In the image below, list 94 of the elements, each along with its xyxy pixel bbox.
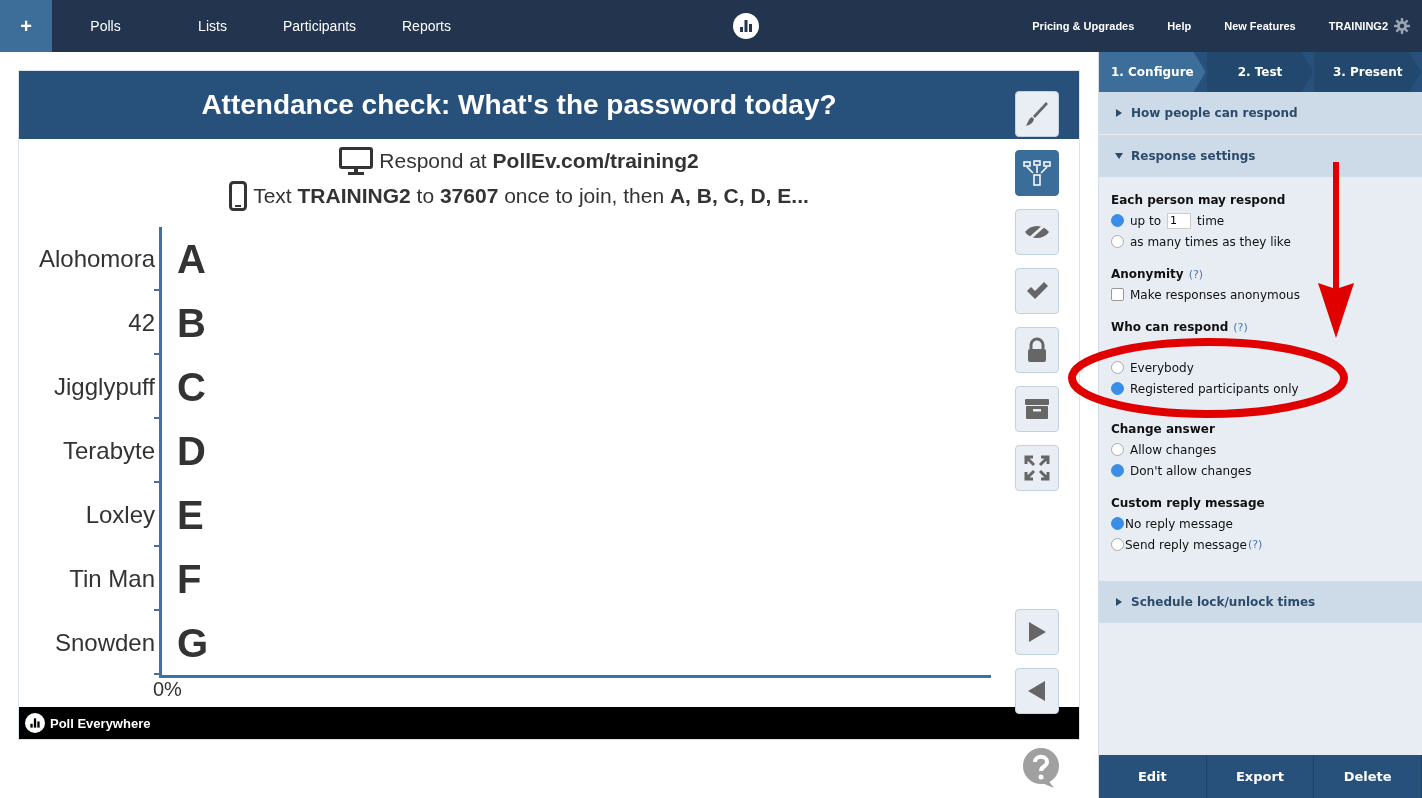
group-title: Each person may respond xyxy=(1111,193,1286,207)
nav-link[interactable]: New Features xyxy=(1224,20,1296,32)
radio-button[interactable] xyxy=(1111,382,1124,395)
option-text: Make responses anonymous xyxy=(1130,287,1300,302)
option-text: Send reply message xyxy=(1125,537,1247,552)
option-letter: C xyxy=(177,364,206,410)
group-title: Who can respond xyxy=(1111,320,1229,334)
option-text: up to xyxy=(1130,213,1162,228)
option-letter: E xyxy=(177,492,204,538)
option-letter: A xyxy=(177,236,206,282)
option-letter: G xyxy=(177,620,209,666)
option-text: as many times as they like xyxy=(1130,234,1291,249)
help-link[interactable]: (?) xyxy=(1247,538,1263,551)
nav-link[interactable]: Lists xyxy=(159,18,266,34)
radio-button[interactable] xyxy=(1111,443,1124,456)
radio-button[interactable] xyxy=(1111,361,1124,374)
radio-button[interactable] xyxy=(1111,538,1124,551)
respond-text-instructions: Text TRAINING2 to 37607 once to join, then A, B, C, D, E... xyxy=(253,183,809,208)
devices-button[interactable] xyxy=(1015,150,1059,196)
poll-title: Attendance check: What's the password today? xyxy=(200,89,838,121)
help-icon[interactable] xyxy=(1022,748,1060,788)
account-link[interactable]: TRAINING2 xyxy=(1328,20,1388,32)
option-letter: B xyxy=(177,300,206,346)
radio-button[interactable] xyxy=(1111,235,1124,248)
option-letter: F xyxy=(177,556,202,602)
archive-button[interactable] xyxy=(1015,386,1059,432)
option-label: Tin Man xyxy=(69,565,155,593)
axis-label: 0% xyxy=(153,678,182,701)
option-text: Don't allow changes xyxy=(1130,463,1252,478)
option-label: Loxley xyxy=(85,501,155,529)
nav-link[interactable]: Reports xyxy=(373,18,480,34)
checkbox[interactable] xyxy=(1111,288,1124,301)
back-triangle-icon xyxy=(1028,681,1046,701)
group-title: Change answer xyxy=(1111,422,1215,436)
help-link[interactable]: (?) xyxy=(1188,267,1204,281)
option-label: Jigglypuff xyxy=(54,373,155,401)
play-icon xyxy=(1028,622,1046,642)
caret-icon xyxy=(1115,598,1123,606)
checkmark-icon xyxy=(1025,281,1049,301)
section-header[interactable]: How people can respond xyxy=(1099,92,1422,135)
step-tab[interactable]: 3. Present xyxy=(1314,52,1421,92)
brush-icon xyxy=(1025,101,1049,127)
section-header[interactable]: Response settings xyxy=(1099,135,1422,178)
nav-link[interactable]: Participants xyxy=(266,18,373,34)
next-button[interactable] xyxy=(1015,609,1059,655)
option-label: 42 xyxy=(128,309,155,337)
step-tab[interactable]: 1. Configure xyxy=(1099,52,1206,92)
archive-box-icon xyxy=(1024,398,1050,420)
nav-link[interactable]: Pricing & Upgrades xyxy=(1032,20,1135,32)
option-text: Registered participants only xyxy=(1130,381,1299,396)
option-label: Alohomora xyxy=(38,245,155,273)
section-title: Response settings xyxy=(1131,149,1256,163)
option-text: Everybody xyxy=(1130,360,1194,375)
settings-icon[interactable] xyxy=(1394,18,1410,34)
prev-button[interactable] xyxy=(1015,668,1059,714)
respond-web-text: Respond at PollEv.com/training2 xyxy=(379,148,699,173)
option-text: No reply message xyxy=(1125,516,1233,531)
nav-link[interactable]: Help xyxy=(1167,20,1192,32)
option-text: Allow changes xyxy=(1130,442,1217,457)
add-button[interactable]: + xyxy=(0,0,52,52)
section-title: Schedule lock/unlock times xyxy=(1131,595,1316,609)
option-label: Terabyte xyxy=(62,437,155,465)
action-button[interactable]: Delete xyxy=(1314,755,1422,798)
radio-button[interactable] xyxy=(1111,517,1124,530)
option-text: time xyxy=(1197,213,1225,228)
group-title: Anonymity xyxy=(1111,267,1184,281)
hide-button[interactable] xyxy=(1015,209,1059,255)
devices-icon xyxy=(1023,160,1051,186)
section-title: How people can respond xyxy=(1131,106,1298,120)
expand-button[interactable] xyxy=(1015,445,1059,491)
group-title: Custom reply message xyxy=(1111,496,1265,510)
fullscreen-icon xyxy=(1024,455,1050,481)
option-letter: D xyxy=(177,428,206,474)
logo-icon[interactable] xyxy=(733,13,760,39)
brush-button[interactable] xyxy=(1015,91,1059,137)
section-header[interactable]: Schedule lock/unlock times xyxy=(1099,581,1422,624)
radio-button[interactable] xyxy=(1111,214,1124,227)
count-field[interactable]: 1 xyxy=(1167,212,1192,229)
action-button[interactable]: Export xyxy=(1206,755,1315,798)
step-tab[interactable]: 2. Test xyxy=(1206,52,1314,92)
caret-icon xyxy=(1115,109,1123,117)
action-button[interactable]: Edit xyxy=(1099,755,1207,798)
monitor-icon xyxy=(339,146,374,175)
nav-link[interactable]: Polls xyxy=(52,18,159,34)
radio-button[interactable] xyxy=(1111,464,1124,477)
check-button[interactable] xyxy=(1015,268,1059,314)
logo-icon xyxy=(25,713,45,733)
lock-icon xyxy=(1026,337,1048,363)
option-label: Snowden xyxy=(54,629,155,657)
phone-icon xyxy=(229,180,248,211)
brand-name: Poll Everywhere xyxy=(50,715,151,731)
caret-icon xyxy=(1115,152,1123,160)
lock-button[interactable] xyxy=(1015,327,1059,373)
help-link[interactable]: (?) xyxy=(1233,320,1248,334)
